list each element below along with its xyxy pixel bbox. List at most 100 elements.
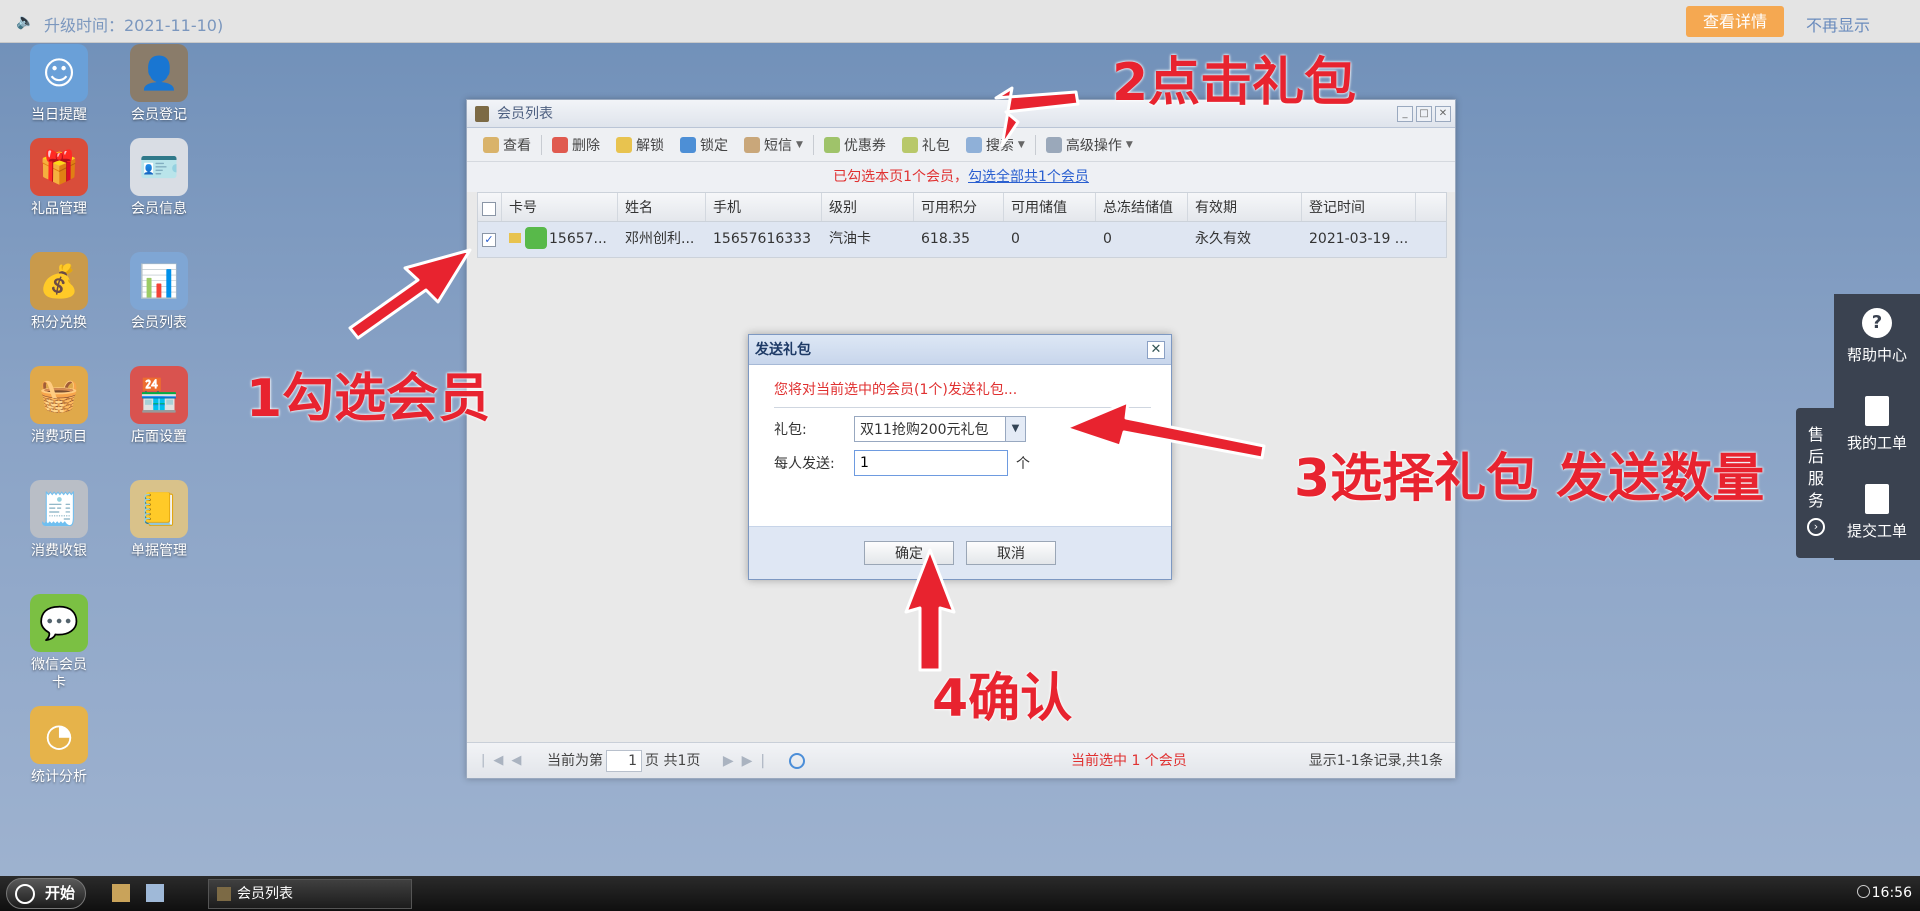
window-app-icon bbox=[475, 106, 489, 122]
select-all-link[interactable]: 勾选全部共1个会员 bbox=[968, 169, 1089, 185]
gift-select-row: 礼包: 双11抢购200元礼包 ▼ bbox=[774, 416, 1151, 442]
after-sales-tab[interactable]: 售后服务 › bbox=[1796, 408, 1836, 558]
sms-button[interactable]: 短信 ▼ bbox=[738, 132, 809, 158]
column-header[interactable]: 登记时间 bbox=[1302, 193, 1416, 221]
quantity-input[interactable] bbox=[854, 450, 1008, 476]
unlock-button[interactable]: 解锁 bbox=[610, 132, 670, 158]
refresh-icon[interactable] bbox=[789, 753, 805, 769]
wechat-icon: 💬 bbox=[30, 594, 88, 652]
gift-button[interactable]: 礼包 bbox=[896, 132, 956, 158]
minimize-button[interactable]: _ bbox=[1397, 106, 1413, 122]
quantity-unit: 个 bbox=[1016, 456, 1030, 472]
column-header[interactable]: 总冻结储值 bbox=[1096, 193, 1188, 221]
lock-button[interactable]: 锁定 bbox=[674, 132, 734, 158]
cell-registered: 2021-03-19 ... bbox=[1309, 231, 1409, 247]
smiley-icon: ☺ bbox=[30, 44, 88, 102]
view-button[interactable]: 查看 bbox=[477, 132, 537, 158]
dialog-body: 您将对当前选中的会员(1个)发送礼包... 礼包: 双11抢购200元礼包 ▼ … bbox=[749, 365, 1171, 527]
column-header[interactable]: 级别 bbox=[822, 193, 914, 221]
chevron-down-icon: ▼ bbox=[1017, 139, 1025, 150]
edit-icon bbox=[483, 136, 499, 153]
gift-label: 礼包: bbox=[774, 422, 807, 438]
annotation-step3: 3选择礼包 发送数量 bbox=[1294, 449, 1765, 509]
toolbar-divider bbox=[541, 134, 542, 155]
column-header[interactable]: 姓名 bbox=[618, 193, 706, 221]
search-icon bbox=[965, 136, 982, 153]
quantity-label: 每人发送: bbox=[774, 456, 835, 472]
maximize-button[interactable]: □ bbox=[1416, 106, 1432, 122]
column-header[interactable]: 手机 bbox=[706, 193, 822, 221]
quick-launch-icon[interactable] bbox=[112, 884, 130, 902]
clipboard-icon bbox=[1865, 396, 1889, 426]
basket-icon: 🧺 bbox=[30, 366, 88, 424]
desktop-icon-daily-reminder[interactable]: ☺ 当日提醒 bbox=[14, 44, 104, 124]
dialog-titlebar[interactable]: 发送礼包 ✕ bbox=[749, 335, 1171, 365]
wechat-icon bbox=[525, 227, 547, 249]
service-panel: ? 帮助中心 我的工单 提交工单 bbox=[1834, 294, 1920, 560]
desktop-icon-statistics[interactable]: ◔ 统计分析 bbox=[14, 706, 104, 786]
column-header[interactable]: 可用积分 bbox=[914, 193, 1004, 221]
desktop-icon-member-info[interactable]: 🪪 会员信息 bbox=[114, 138, 204, 218]
advanced-ops-button[interactable]: 高级操作 ▼ bbox=[1040, 132, 1139, 158]
view-details-button[interactable]: 查看详情 bbox=[1686, 6, 1784, 37]
cell-valid: 永久有效 bbox=[1195, 231, 1251, 247]
page-after-label: 页 共1页 bbox=[645, 753, 701, 769]
table-row[interactable]: ✓ 15657... 邓州创利... 15657616333 汽油卡 618.3… bbox=[477, 222, 1447, 258]
window-toolbar: 查看 删除 解锁 锁定 短信 ▼ 优惠券 礼包 搜索 ▼ 高级操作 ▼ bbox=[467, 128, 1455, 162]
page-nav-first-prev-icon[interactable]: |◀◀ bbox=[481, 743, 529, 779]
submit-ticket-link[interactable]: 提交工单 bbox=[1834, 470, 1920, 558]
header-checkbox-cell bbox=[478, 193, 502, 221]
confirm-button[interactable]: 确定 bbox=[864, 541, 954, 565]
column-header[interactable]: 可用储值 bbox=[1004, 193, 1096, 221]
chevron-down-icon[interactable]: ▼ bbox=[1005, 417, 1025, 441]
cancel-button[interactable]: 取消 bbox=[966, 541, 1056, 565]
search-button[interactable]: 搜索 ▼ bbox=[960, 132, 1031, 158]
desktop-icon-cashier[interactable]: 🧾 消费收银 bbox=[14, 480, 104, 560]
taskbar-item-member-list[interactable]: 会员列表 bbox=[208, 879, 412, 909]
cell-balance: 0 bbox=[1011, 231, 1020, 247]
annotation-step1: 1勾选会员 bbox=[246, 369, 491, 429]
column-header[interactable]: 卡号 bbox=[502, 193, 618, 221]
grid-header: 卡号 姓名 手机 级别 可用积分 可用储值 总冻结储值 有效期 登记时间 bbox=[477, 192, 1447, 222]
after-sales-label: 售后服务 bbox=[1807, 425, 1824, 510]
coupon-icon bbox=[823, 136, 840, 153]
clipboard-plus-icon bbox=[1865, 484, 1889, 514]
start-button[interactable]: 开始 bbox=[6, 878, 86, 909]
sms-icon bbox=[744, 136, 760, 153]
gift-select-value: 双11抢购200元礼包 bbox=[860, 422, 989, 438]
member-grid: 卡号 姓名 手机 级别 可用积分 可用储值 总冻结储值 有效期 登记时间 ✓ 1… bbox=[477, 192, 1447, 258]
dialog-close-button[interactable]: ✕ bbox=[1147, 341, 1165, 359]
desktop-icon-gift-management[interactable]: 🎁 礼品管理 bbox=[14, 138, 104, 218]
coin-bag-icon: 💰 bbox=[30, 252, 88, 310]
column-header[interactable]: 有效期 bbox=[1188, 193, 1302, 221]
cash-register-icon: 🧾 bbox=[30, 480, 88, 538]
desktop-icon-member-register[interactable]: 👤 会员登记 bbox=[114, 44, 204, 124]
chevron-down-icon: ▼ bbox=[796, 139, 803, 150]
row-checkbox[interactable]: ✓ bbox=[482, 233, 496, 247]
page-nav-next-last-icon[interactable]: ▶▶| bbox=[723, 753, 773, 769]
close-window-button[interactable]: ✕ bbox=[1435, 106, 1451, 122]
desktop-icon-consumption-items[interactable]: 🧺 消费项目 bbox=[14, 366, 104, 446]
settings-icon bbox=[1045, 136, 1062, 153]
desktop-icon-receipt-management[interactable]: 📒 单据管理 bbox=[114, 480, 204, 560]
desktop-icon-points-exchange[interactable]: 💰 积分兑换 bbox=[14, 252, 104, 332]
desktop-icon-wechat-card[interactable]: 💬 微信会员卡 bbox=[14, 594, 104, 692]
help-center-link[interactable]: ? 帮助中心 bbox=[1834, 294, 1920, 382]
annotation-step2: 2点击礼包 bbox=[1112, 53, 1357, 113]
quick-launch-icon[interactable] bbox=[146, 884, 164, 902]
delete-button[interactable]: 删除 bbox=[546, 132, 606, 158]
gift-select[interactable]: 双11抢购200元礼包 ▼ bbox=[854, 416, 1026, 442]
dont-show-again-link[interactable]: 不再显示 bbox=[1806, 12, 1870, 36]
pagination-bar: |◀◀ 当前为第 1 页 共1页 ▶▶| 当前选中 1 个会员 显示1-1条记录,共… bbox=[467, 742, 1455, 778]
desktop-icon-member-list[interactable]: 📊 会员列表 bbox=[114, 252, 204, 332]
selection-count-text: 已勾选本页1个会员， bbox=[833, 169, 968, 185]
window-app-icon bbox=[217, 887, 231, 901]
select-all-checkbox[interactable] bbox=[482, 202, 496, 216]
power-icon bbox=[15, 884, 35, 904]
desktop-icon-store-settings[interactable]: 🏪 店面设置 bbox=[114, 366, 204, 446]
coupon-button[interactable]: 优惠券 bbox=[818, 132, 892, 158]
arrow-right-icon: › bbox=[1807, 518, 1825, 536]
page-number-input[interactable]: 1 bbox=[606, 750, 642, 772]
my-ticket-link[interactable]: 我的工单 bbox=[1834, 382, 1920, 470]
cell-card: 15657... bbox=[502, 222, 618, 257]
